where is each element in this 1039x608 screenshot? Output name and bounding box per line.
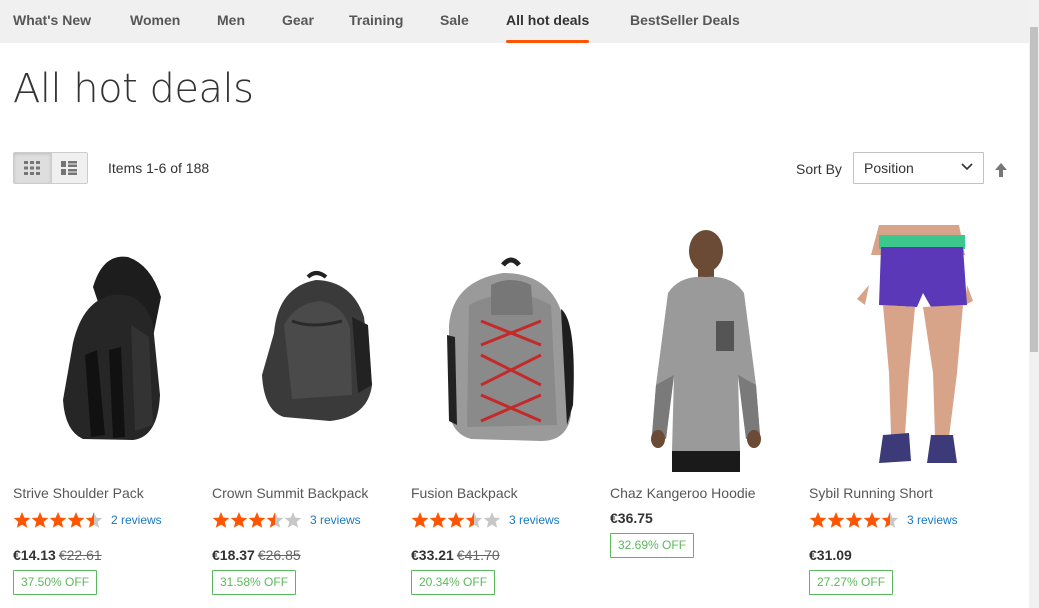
star-half-icon [881, 512, 899, 528]
discount-badge: 32.69% OFF [610, 533, 695, 558]
product-name[interactable]: Fusion Backpack [411, 485, 518, 501]
backpack-black-sling-image [63, 256, 161, 440]
main-navigation: What's New Women Men Gear Training Sale … [0, 0, 1029, 43]
grid-icon [24, 161, 41, 175]
product-item: Crown Summit Backpack 3 reviews €18.37 €2… [212, 225, 402, 595]
product-rating: 3 reviews [212, 511, 361, 529]
star-full-icon [845, 512, 863, 528]
product-rating: 2 reviews [13, 511, 162, 529]
reviews-link[interactable]: 3 reviews [310, 513, 361, 527]
nav-item-training[interactable]: Training [349, 0, 403, 43]
product-item: Chaz Kangeroo Hoodie €36.75 32.69% OFF [610, 225, 800, 558]
discount-badge: 27.27% OFF [809, 570, 894, 595]
nav-item-all-hot-deals[interactable]: All hot deals [506, 0, 590, 43]
star-full-icon [863, 512, 881, 528]
price-box: €31.09 [809, 547, 852, 563]
star-half-icon [85, 512, 103, 528]
product-name[interactable]: Strive Shoulder Pack [13, 485, 144, 501]
rating-stars [809, 511, 899, 529]
product-rating: 3 reviews [809, 511, 958, 529]
special-price: €18.37 [212, 547, 255, 563]
product-image[interactable] [610, 225, 800, 472]
page-scrollbar[interactable] [1029, 0, 1039, 608]
nav-item-sale[interactable]: Sale [440, 0, 469, 43]
star-half-icon [266, 512, 284, 528]
star-empty-icon [483, 512, 501, 528]
sort-by-select[interactable]: Position [853, 152, 984, 184]
product-image[interactable] [809, 225, 999, 472]
product-item: Sybil Running Short 3 reviews €31.09 27.… [809, 225, 999, 595]
discount-badge: 31.58% OFF [212, 570, 297, 595]
star-full-icon [230, 512, 248, 528]
old-price: €26.85 [257, 547, 301, 563]
woman-purple-shorts-image [857, 225, 973, 463]
star-full-icon [13, 512, 31, 528]
star-full-icon [212, 512, 230, 528]
page-title: All hot deals [13, 66, 254, 112]
sort-by-value: Position [864, 160, 914, 176]
scrollbar-thumb[interactable] [1030, 27, 1038, 352]
product-item: Fusion Backpack 3 reviews €33.21 €41.70 2… [411, 225, 601, 595]
reviews-link[interactable]: 3 reviews [907, 513, 958, 527]
backpack-dark-grey-image [262, 271, 372, 421]
special-price: €33.21 [411, 547, 454, 563]
star-half-icon [465, 512, 483, 528]
product-image[interactable] [212, 225, 402, 472]
price-box: €33.21 €41.70 [411, 547, 500, 563]
special-price: €14.13 [13, 547, 56, 563]
list-icon [61, 161, 78, 175]
star-full-icon [49, 512, 67, 528]
star-full-icon [809, 512, 827, 528]
nav-item-men[interactable]: Men [217, 0, 245, 43]
rating-stars [212, 511, 302, 529]
nav-item-women[interactable]: Women [130, 0, 180, 43]
special-price: €36.75 [610, 510, 653, 526]
star-empty-icon [284, 512, 302, 528]
special-price: €31.09 [809, 547, 852, 563]
old-price: €22.61 [58, 547, 102, 563]
star-full-icon [248, 512, 266, 528]
product-rating: 3 reviews [411, 511, 560, 529]
product-name[interactable]: Crown Summit Backpack [212, 485, 368, 501]
reviews-link[interactable]: 3 reviews [509, 513, 560, 527]
arrow-up-icon[interactable] [994, 162, 1008, 178]
star-full-icon [31, 512, 49, 528]
product-item: Strive Shoulder Pack 2 reviews €14.13 €22… [13, 225, 203, 595]
discount-badge: 20.34% OFF [411, 570, 496, 595]
star-full-icon [447, 512, 465, 528]
rating-stars [411, 511, 501, 529]
view-mode-switcher [13, 152, 88, 184]
old-price: €41.70 [456, 547, 500, 563]
sort-by-label: Sort By [796, 161, 842, 177]
reviews-link[interactable]: 2 reviews [111, 513, 162, 527]
man-grey-hoodie-image [651, 230, 761, 472]
price-box: €36.75 [610, 510, 653, 526]
list-view-button[interactable] [50, 153, 87, 183]
product-image[interactable] [411, 225, 601, 472]
items-count: Items 1-6 of 188 [108, 160, 210, 176]
price-box: €18.37 €26.85 [212, 547, 301, 563]
star-full-icon [429, 512, 447, 528]
star-full-icon [67, 512, 85, 528]
chevron-down-icon [961, 163, 973, 171]
rating-stars [13, 511, 103, 529]
price-box: €14.13 €22.61 [13, 547, 102, 563]
star-full-icon [827, 512, 845, 528]
star-full-icon [411, 512, 429, 528]
backpack-grey-red-image [447, 257, 574, 441]
nav-item-whats-new[interactable]: What's New [13, 0, 91, 43]
nav-item-bestseller-deals[interactable]: BestSeller Deals [630, 0, 740, 43]
nav-item-gear[interactable]: Gear [282, 0, 314, 43]
grid-view-button[interactable] [14, 153, 51, 183]
product-image[interactable] [13, 225, 203, 472]
product-name[interactable]: Chaz Kangeroo Hoodie [610, 485, 756, 501]
product-name[interactable]: Sybil Running Short [809, 485, 933, 501]
discount-badge: 37.50% OFF [13, 570, 98, 595]
